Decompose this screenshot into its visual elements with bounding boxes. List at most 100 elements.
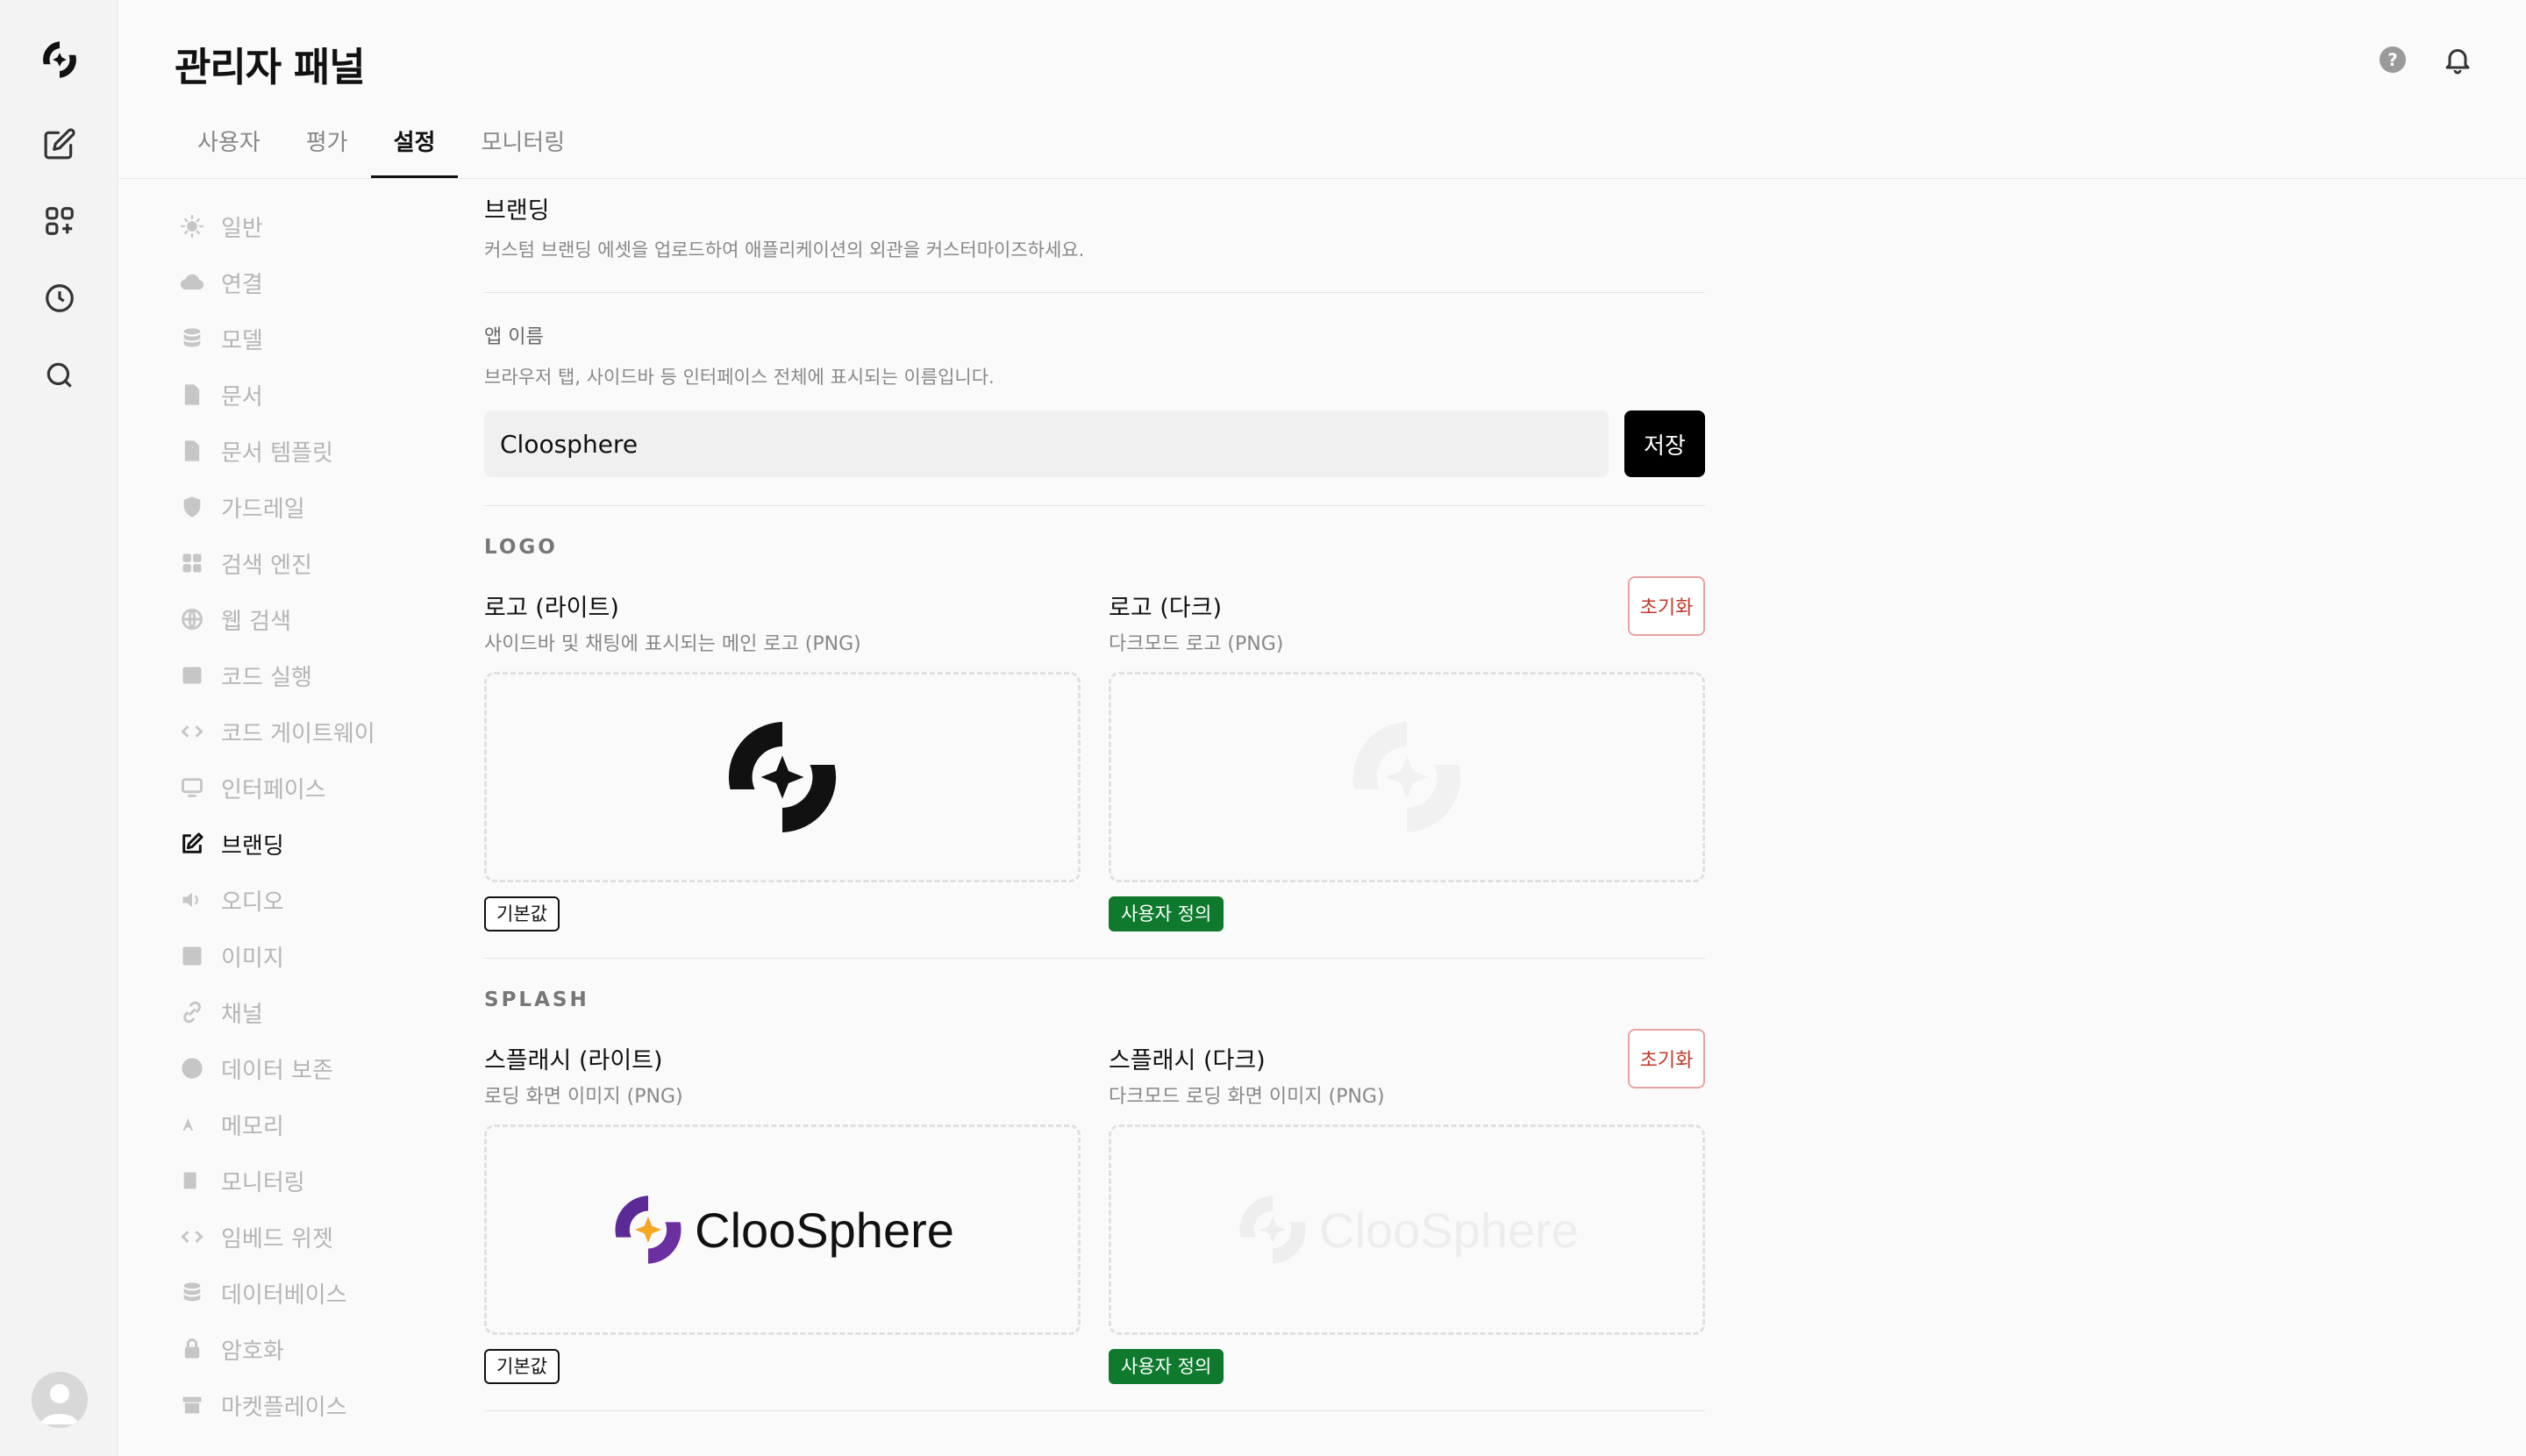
subnav-item-web-search[interactable]: 웹 검색 — [172, 591, 461, 647]
splash-group-label: SPLASH — [484, 989, 589, 1011]
svg-text:?: ? — [2387, 50, 2397, 70]
logo-dark-dropzone[interactable] — [1109, 672, 1705, 882]
save-button[interactable]: 저장 — [1624, 410, 1705, 477]
help-icon[interactable]: ? — [2375, 42, 2410, 77]
divider — [484, 1410, 1705, 1411]
tab-evaluation[interactable]: 평가 — [283, 114, 371, 179]
subnav-item-branding[interactable]: 브랜딩 — [172, 816, 461, 872]
icon-rail — [0, 0, 118, 1456]
subnav-item-document-templates[interactable]: 문서 템플릿 — [172, 423, 461, 479]
cloud-icon — [179, 269, 205, 296]
subnav-label: 채널 — [221, 1001, 263, 1028]
divider — [484, 292, 1705, 293]
subnav-label: 데이터 보존 — [221, 1057, 333, 1084]
subnav-item-embed-widget[interactable]: 임베드 위젯 — [172, 1209, 461, 1265]
logo-light-subtitle: 사이드바 및 채팅에 표시되는 메인 로고 (PNG) — [484, 633, 861, 655]
logo-dark-title: 로고 (다크) — [1109, 595, 1223, 622]
speaker-icon — [179, 887, 205, 913]
divider — [484, 505, 1705, 506]
subnav-label: 모니터링 — [221, 1169, 305, 1196]
user-avatar[interactable] — [32, 1372, 88, 1428]
subnav-item-memory[interactable]: 메모리 — [172, 1096, 461, 1153]
splash-light-column: 스플래시 (라이트) 로딩 화면 이미지 (PNG) ClooSphere 기본… — [484, 1041, 1081, 1384]
tab-users[interactable]: 사용자 — [175, 114, 283, 179]
image-icon — [179, 943, 205, 969]
subnav-item-connections[interactable]: 연결 — [172, 254, 461, 310]
app-name-label: 앱 이름 — [484, 326, 544, 348]
logo-dark-reset-button[interactable]: 초기화 — [1628, 576, 1705, 636]
lock-icon — [179, 1336, 205, 1362]
subnav-label: 웹 검색 — [221, 608, 292, 635]
memory-icon — [179, 1111, 205, 1138]
subnav-label: 오디오 — [221, 889, 284, 916]
splash-wordmark: ClooSphere — [695, 1202, 954, 1258]
apps-icon[interactable] — [35, 196, 84, 246]
page-title: 관리자 패널 — [175, 44, 366, 90]
subnav-label: 코드 게이트웨이 — [221, 720, 375, 747]
settings-subnav: 일반 연결 모델 문서 문서 템플릿 가드레일 검색 엔진 웹 검색 코드 실행… — [172, 198, 461, 1433]
main-area: 관리자 패널 ? 사용자 평가 설정 모니터링 일반 연결 모델 문서 문서 템… — [119, 0, 2526, 1456]
archive-icon — [179, 1392, 205, 1418]
subnav-item-models[interactable]: 모델 — [172, 310, 461, 367]
subnav-item-audio[interactable]: 오디오 — [172, 872, 461, 928]
embed-icon — [179, 1224, 205, 1250]
link-icon — [179, 999, 205, 1025]
subnav-item-general[interactable]: 일반 — [172, 198, 461, 254]
tabs-divider — [119, 178, 2526, 179]
subnav-label: 인터페이스 — [221, 776, 326, 803]
brand-logo-icon[interactable] — [35, 35, 84, 84]
splash-dark-title: 스플래시 (다크) — [1109, 1047, 1266, 1074]
splash-wordmark: ClooSphere — [1319, 1202, 1579, 1258]
splash-dark-dropzone[interactable]: ClooSphere — [1109, 1124, 1705, 1335]
subnav-item-code-execution[interactable]: 코드 실행 — [172, 647, 461, 703]
edit-icon — [179, 831, 205, 857]
subnav-item-channels[interactable]: 채널 — [172, 984, 461, 1040]
subnav-item-marketplace[interactable]: 마켓플레이스 — [172, 1377, 461, 1433]
logo-light-title: 로고 (라이트) — [484, 595, 619, 622]
subnav-label: 암호화 — [221, 1338, 284, 1365]
splash-light-dropzone[interactable]: ClooSphere — [484, 1124, 1081, 1335]
gear-icon — [179, 213, 205, 239]
subnav-item-data-retention[interactable]: 데이터 보존 — [172, 1040, 461, 1096]
branding-panel: 브랜딩 커스텀 브랜딩 에셋을 업로드하여 애플리케이션의 외관을 커스터마이즈… — [484, 191, 1705, 1411]
default-badge: 기본값 — [484, 896, 560, 931]
splash-dark-column: 스플래시 (다크) 다크모드 로딩 화면 이미지 (PNG) 초기화 ClooS… — [1109, 1029, 1705, 1384]
section-description: 커스텀 브랜딩 에셋을 업로드하여 애플리케이션의 외관을 커스터마이즈하세요. — [484, 239, 1085, 261]
bell-icon[interactable] — [2440, 42, 2475, 77]
document-template-icon — [179, 438, 205, 464]
custom-badge: 사용자 정의 — [1109, 1349, 1224, 1384]
subnav-label: 이미지 — [221, 945, 284, 972]
splash-dark-preview: ClooSphere — [1235, 1192, 1579, 1267]
logo-light-column: 로고 (라이트) 사이드바 및 채팅에 표시되는 메인 로고 (PNG) 기본값 — [484, 589, 1081, 931]
logo-light-preview — [728, 722, 837, 832]
logo-light-dropzone[interactable] — [484, 672, 1081, 882]
code-icon — [179, 718, 205, 745]
tab-monitoring[interactable]: 모니터링 — [458, 114, 588, 179]
top-icons: ? — [2375, 42, 2475, 77]
subnav-item-guardrails[interactable]: 가드레일 — [172, 479, 461, 535]
subnav-label: 검색 엔진 — [221, 552, 312, 579]
logo-group-label: LOGO — [484, 536, 558, 559]
splash-columns: 스플래시 (라이트) 로딩 화면 이미지 (PNG) ClooSphere 기본… — [484, 1029, 1705, 1384]
splash-dark-reset-button[interactable]: 초기화 — [1628, 1029, 1705, 1088]
new-chat-icon[interactable] — [35, 119, 84, 168]
subnav-item-monitoring[interactable]: 모니터링 — [172, 1153, 461, 1209]
subnav-item-image[interactable]: 이미지 — [172, 928, 461, 984]
subnav-label: 연결 — [221, 271, 263, 298]
app-name-block: 앱 이름 브라우저 탭, 사이드바 등 인터페이스 전체에 표시되는 이름입니다… — [484, 321, 1705, 477]
document-icon — [179, 382, 205, 408]
default-badge: 기본값 — [484, 1349, 560, 1384]
tab-settings[interactable]: 설정 — [370, 114, 459, 179]
subnav-label: 브랜딩 — [221, 832, 284, 860]
subnav-item-encryption[interactable]: 암호화 — [172, 1321, 461, 1377]
subnav-item-search-engine[interactable]: 검색 엔진 — [172, 535, 461, 591]
subnav-item-documents[interactable]: 문서 — [172, 367, 461, 423]
subnav-item-database[interactable]: 데이터베이스 — [172, 1265, 461, 1321]
splash-light-title: 스플래시 (라이트) — [484, 1047, 663, 1074]
splash-light-preview: ClooSphere — [610, 1192, 954, 1267]
subnav-item-interface[interactable]: 인터페이스 — [172, 760, 461, 816]
history-icon[interactable] — [35, 274, 84, 323]
search-icon[interactable] — [35, 351, 84, 400]
app-name-input[interactable]: Cloosphere — [484, 410, 1609, 477]
subnav-item-code-gateway[interactable]: 코드 게이트웨이 — [172, 703, 461, 760]
